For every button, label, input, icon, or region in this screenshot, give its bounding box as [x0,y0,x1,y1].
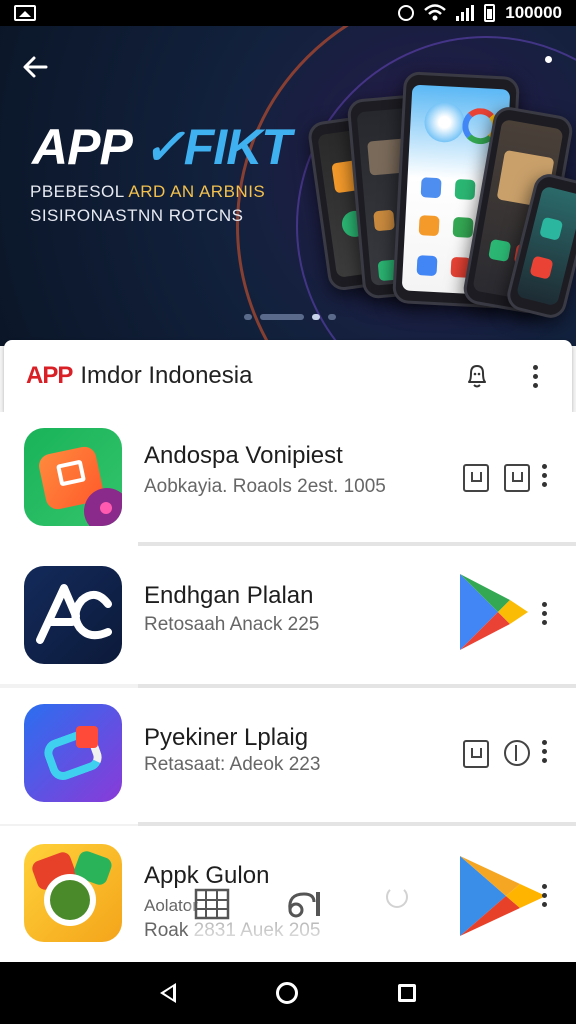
app-logo-icon [36,584,112,644]
hero-title-main: APP [32,119,131,175]
hero-subtitle-b: ARD AN ARBNIS [128,182,266,201]
system-nav-bar [0,962,576,1024]
signal-icon [456,5,475,21]
nav-recents-icon[interactable] [398,984,416,1002]
app-name: Pyekiner Lplaig [144,724,309,751]
hero-banner[interactable]: APP ✓FIKT PBEBESOL ARD AN ARBNIS SISIRON… [0,26,576,346]
brand-logo: APP [26,362,73,389]
more-vert-icon[interactable] [532,365,538,388]
app-icon [24,704,122,802]
app-meta: Aobkayia. Roaols 2est. 1005 [144,476,386,497]
gallery-notification-icon [14,5,36,21]
hero-subtitle-line2: SISIRONASTNN ROTCNS [30,206,244,225]
carousel-dot[interactable] [244,314,252,320]
details-button[interactable] [504,464,530,492]
hero-subtitle-a: PBEBESOL [30,182,125,201]
loading-icon [386,886,408,908]
hero-title-accent: ✓FIKT [142,119,292,175]
list-item[interactable]: Endhgan Plalan Retosaah Anack 225 [0,546,576,684]
hero-title: APP ✓FIKT [32,118,292,176]
nav-home-icon[interactable] [276,982,298,1004]
more-vert-icon[interactable] [541,464,547,487]
hero-subtitle: PBEBESOL ARD AN ARBNIS SISIRONASTNN ROTC… [30,180,265,228]
hero-menu-dot[interactable] [545,56,552,63]
app-icon [24,428,122,526]
app-meta: Retasaat: Adeok 223 [144,754,321,775]
store-header: APP Imdor Indonesia [4,340,572,412]
page-title: Imdor Indonesia [80,362,253,389]
app-meta: Retosaah Anack 225 [144,614,320,635]
more-vert-icon[interactable] [541,884,547,907]
faded-toolbar [190,884,410,944]
carousel-dot-active[interactable] [312,314,320,320]
app-name: Endhgan Plalan [144,582,314,609]
bell-icon[interactable] [462,360,492,390]
app-icon [24,844,122,942]
play-store-icon[interactable] [458,572,528,652]
more-vert-icon[interactable] [541,602,547,625]
battery-icon [484,4,496,22]
play-store-icon[interactable] [458,854,548,938]
install-button[interactable] [463,464,489,492]
alarm-icon [398,5,415,21]
status-bar: 100000 [0,0,576,26]
list-item[interactable]: Appk Gulon Aolator Roak 2831 Auek 205 [0,826,576,962]
back-button[interactable] [20,52,54,86]
headset-icon[interactable] [284,888,324,920]
carousel-indicator [244,314,336,320]
carousel-dot[interactable] [260,314,304,320]
list-item[interactable]: Andospa Vonipiest Aobkayia. Roaols 2est.… [0,412,576,546]
arrow-left-icon [23,56,48,78]
list-item[interactable]: Pyekiner Lplaig Retasaat: Adeok 223 [0,688,576,824]
more-vert-icon[interactable] [541,740,547,763]
carousel-dot[interactable] [328,314,336,320]
wifi-icon [424,4,447,21]
nav-back-icon[interactable] [160,983,176,1003]
clock-icon[interactable] [504,740,530,766]
status-time: 100000 [505,3,562,22]
grid-icon[interactable] [194,888,230,920]
app-name: Andospa Vonipiest [144,442,343,469]
install-button[interactable] [463,740,489,768]
app-icon [24,566,122,664]
